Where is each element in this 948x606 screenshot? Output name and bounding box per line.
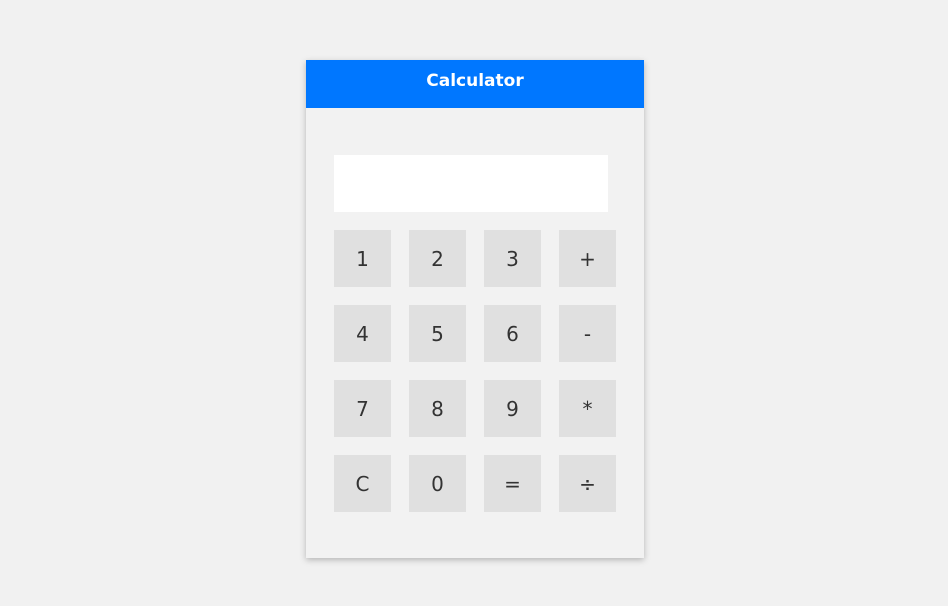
key-add[interactable]: +: [559, 230, 616, 287]
keypad: 1 2 3 + 4 5 6 - 7 8 9 * C 0 = ÷: [334, 230, 616, 512]
key-2[interactable]: 2: [409, 230, 466, 287]
key-1[interactable]: 1: [334, 230, 391, 287]
key-subtract[interactable]: -: [559, 305, 616, 362]
key-0[interactable]: 0: [409, 455, 466, 512]
key-6[interactable]: 6: [484, 305, 541, 362]
key-4[interactable]: 4: [334, 305, 391, 362]
calculator-title: Calculator: [306, 60, 644, 108]
calculator-panel: Calculator 1 2 3 + 4 5 6 - 7 8 9 * C 0 =…: [306, 60, 644, 558]
key-7[interactable]: 7: [334, 380, 391, 437]
key-equals[interactable]: =: [484, 455, 541, 512]
display-field[interactable]: [334, 155, 608, 212]
key-3[interactable]: 3: [484, 230, 541, 287]
key-clear[interactable]: C: [334, 455, 391, 512]
key-5[interactable]: 5: [409, 305, 466, 362]
key-divide[interactable]: ÷: [559, 455, 616, 512]
key-8[interactable]: 8: [409, 380, 466, 437]
key-multiply[interactable]: *: [559, 380, 616, 437]
key-9[interactable]: 9: [484, 380, 541, 437]
